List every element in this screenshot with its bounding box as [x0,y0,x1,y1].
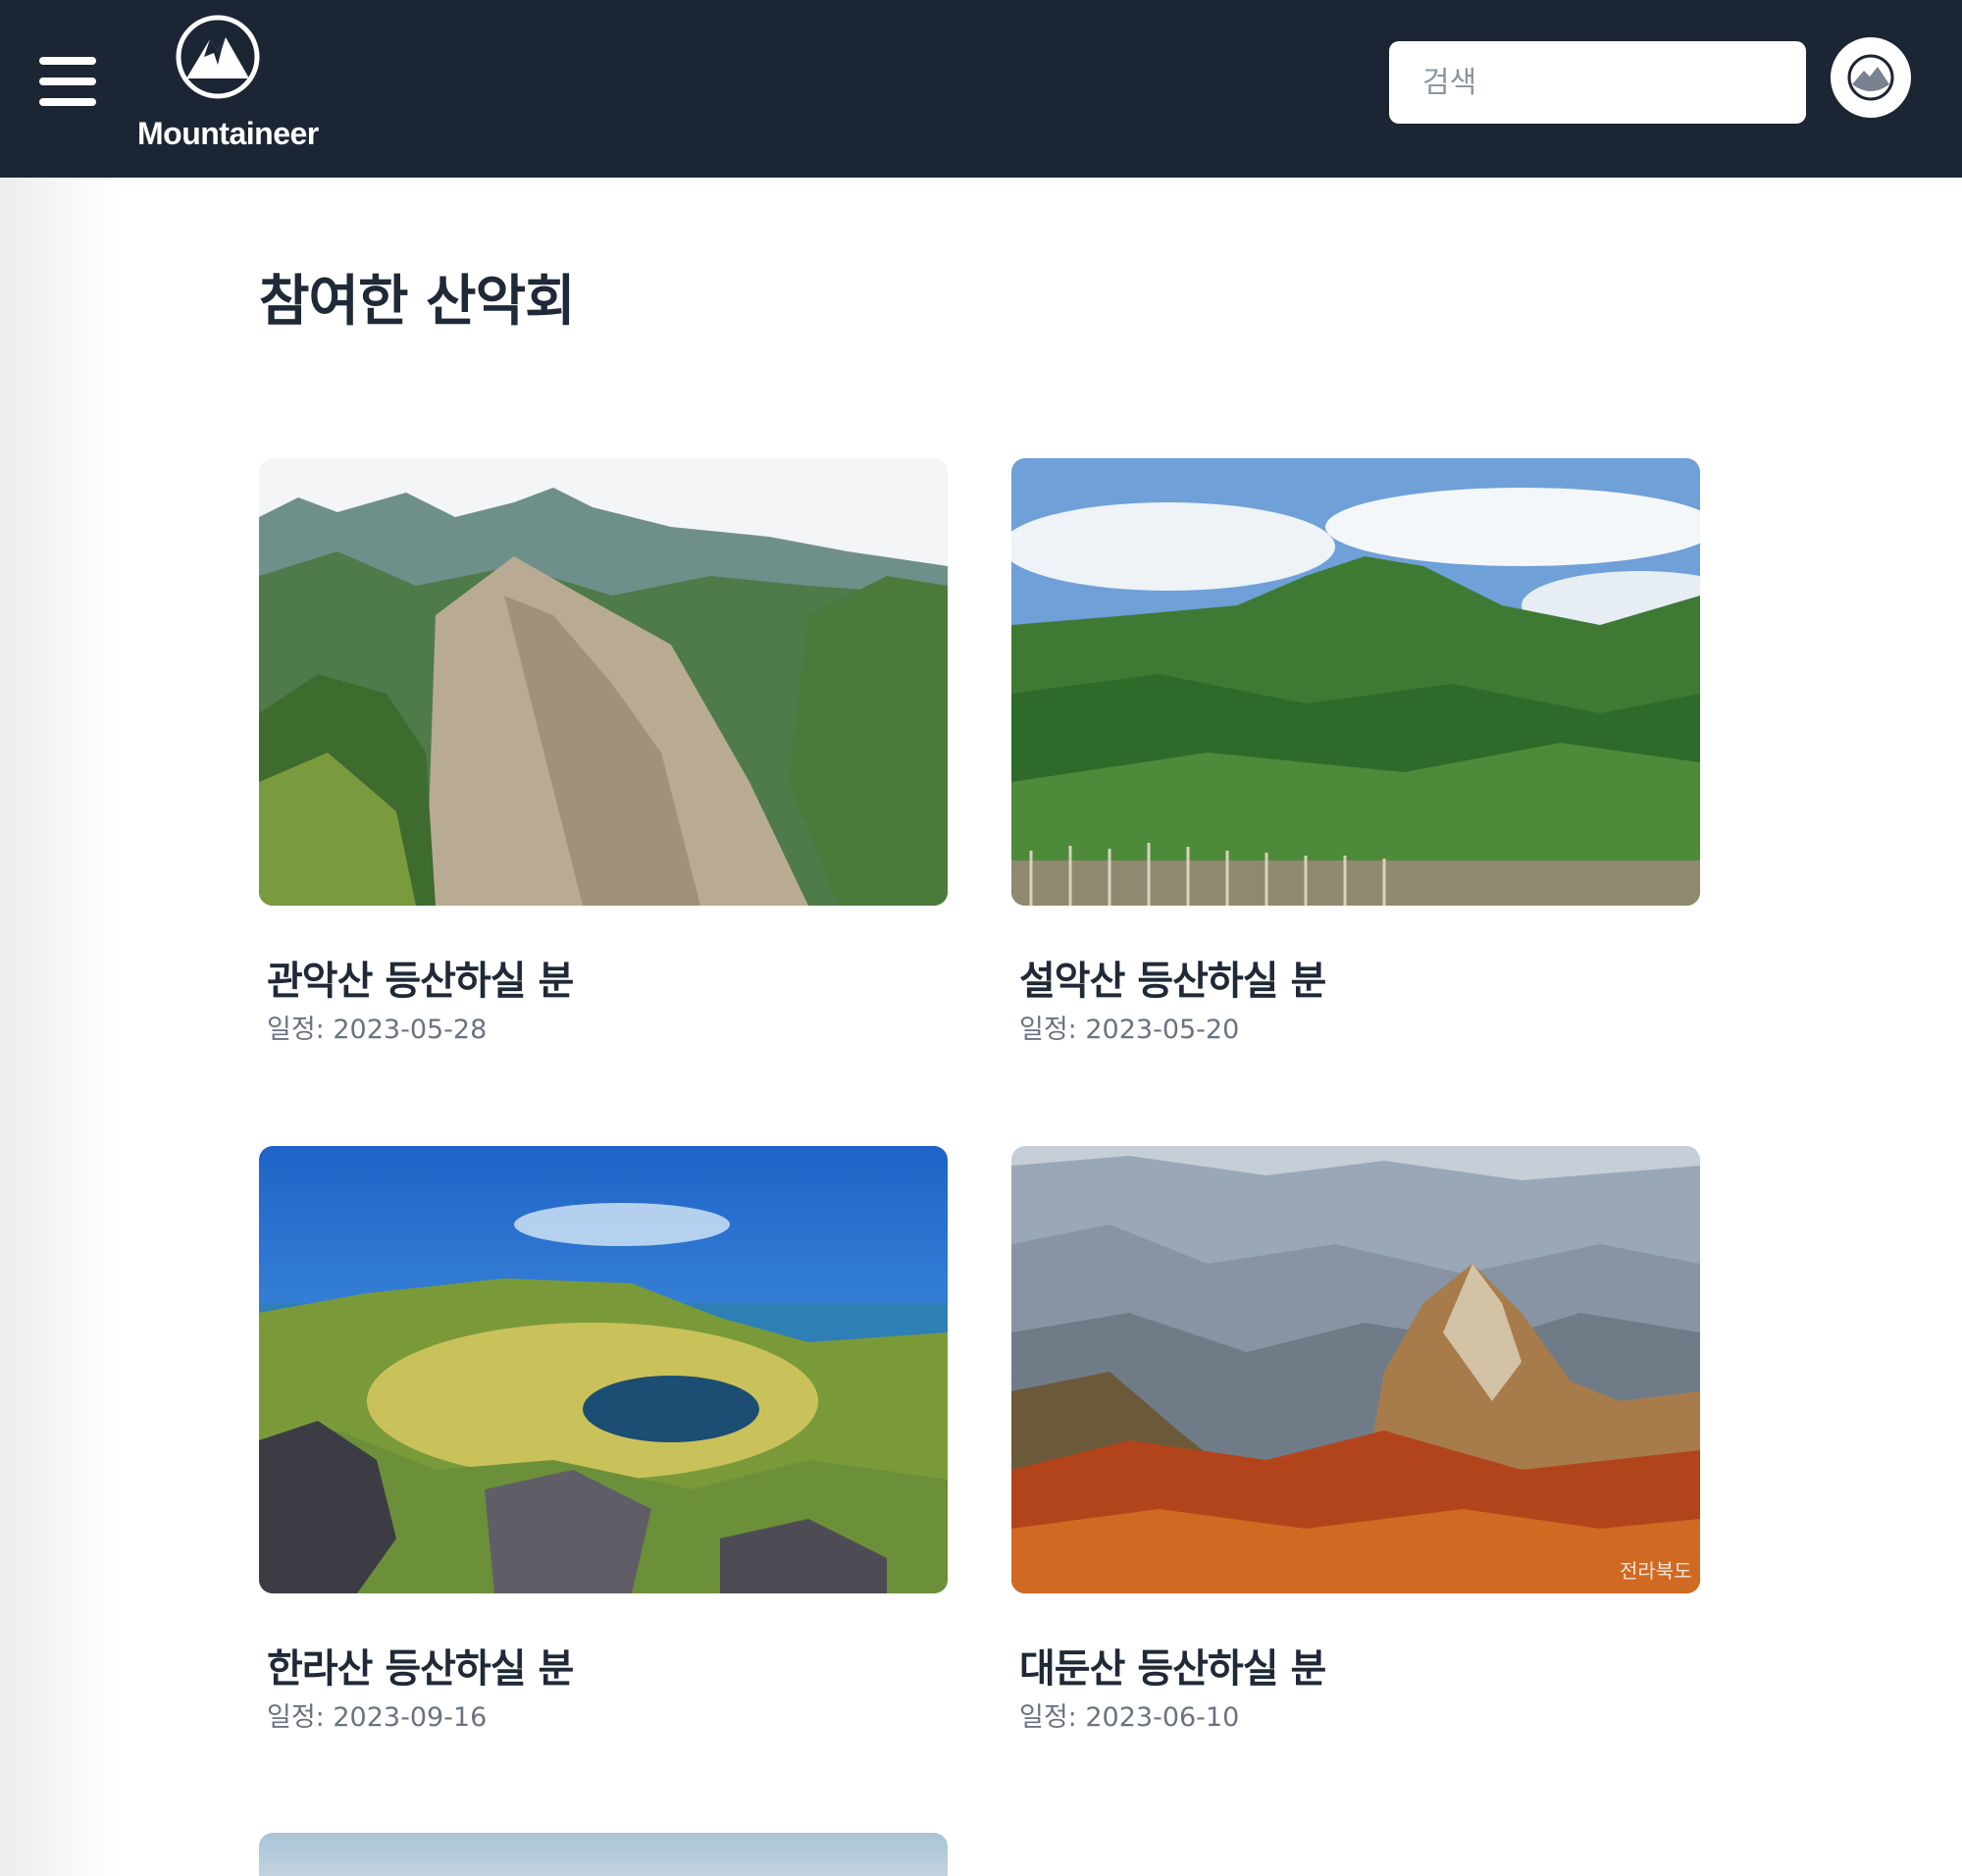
meetup-date-label: 일정: [1019,1702,1077,1733]
meetup-date-value: 2023-09-16 [333,1702,488,1733]
search-input[interactable] [1389,41,1806,124]
brand-name: Mountaineer [137,116,319,151]
meetup-date-label: 일정: [267,1702,325,1733]
avatar-mountain-icon [1847,54,1894,101]
meetup-title: 관악산 등산하실 분 [267,959,574,1004]
meetup-date-label: 일정: [1019,1015,1077,1045]
image-watermark: 전라북도 [1620,1559,1692,1583]
meetup-title: 설악산 등산하실 분 [1019,959,1326,1004]
meetup-date: 일정: 2023-09-16 [267,1695,487,1734]
user-avatar-icon[interactable] [1831,37,1911,118]
page: Mountaineer 참여한 산악회 관악산 등산하실 분 [0,0,1962,1876]
meetup-card-partial[interactable] [259,1833,948,1876]
meetup-image: 전라북도 [1011,1146,1700,1593]
page-title: 참여한 산악회 [259,270,576,334]
meetup-date: 일정: 2023-05-20 [1019,1008,1239,1046]
brand-logo-link[interactable]: Mountaineer [129,14,336,151]
meetup-title: 대둔산 등산하실 분 [1019,1646,1326,1692]
hamburger-menu-icon[interactable] [39,57,96,106]
meetup-date-value: 2023-05-28 [333,1015,488,1045]
meetup-date: 일정: 2023-06-10 [1019,1695,1239,1734]
meetup-image [259,1146,948,1593]
mountain-logo-icon [176,15,260,99]
meetup-date-value: 2023-05-20 [1085,1015,1240,1045]
meetup-date-label: 일정: [267,1015,325,1045]
meetup-title: 한라산 등산하실 분 [267,1646,574,1692]
meetup-date-value: 2023-06-10 [1085,1702,1240,1733]
meetup-image [259,458,948,906]
top-navbar: Mountaineer [0,0,1962,178]
left-shadow [0,178,118,1876]
meetup-date: 일정: 2023-05-28 [267,1008,487,1046]
meetup-image [1011,458,1700,906]
